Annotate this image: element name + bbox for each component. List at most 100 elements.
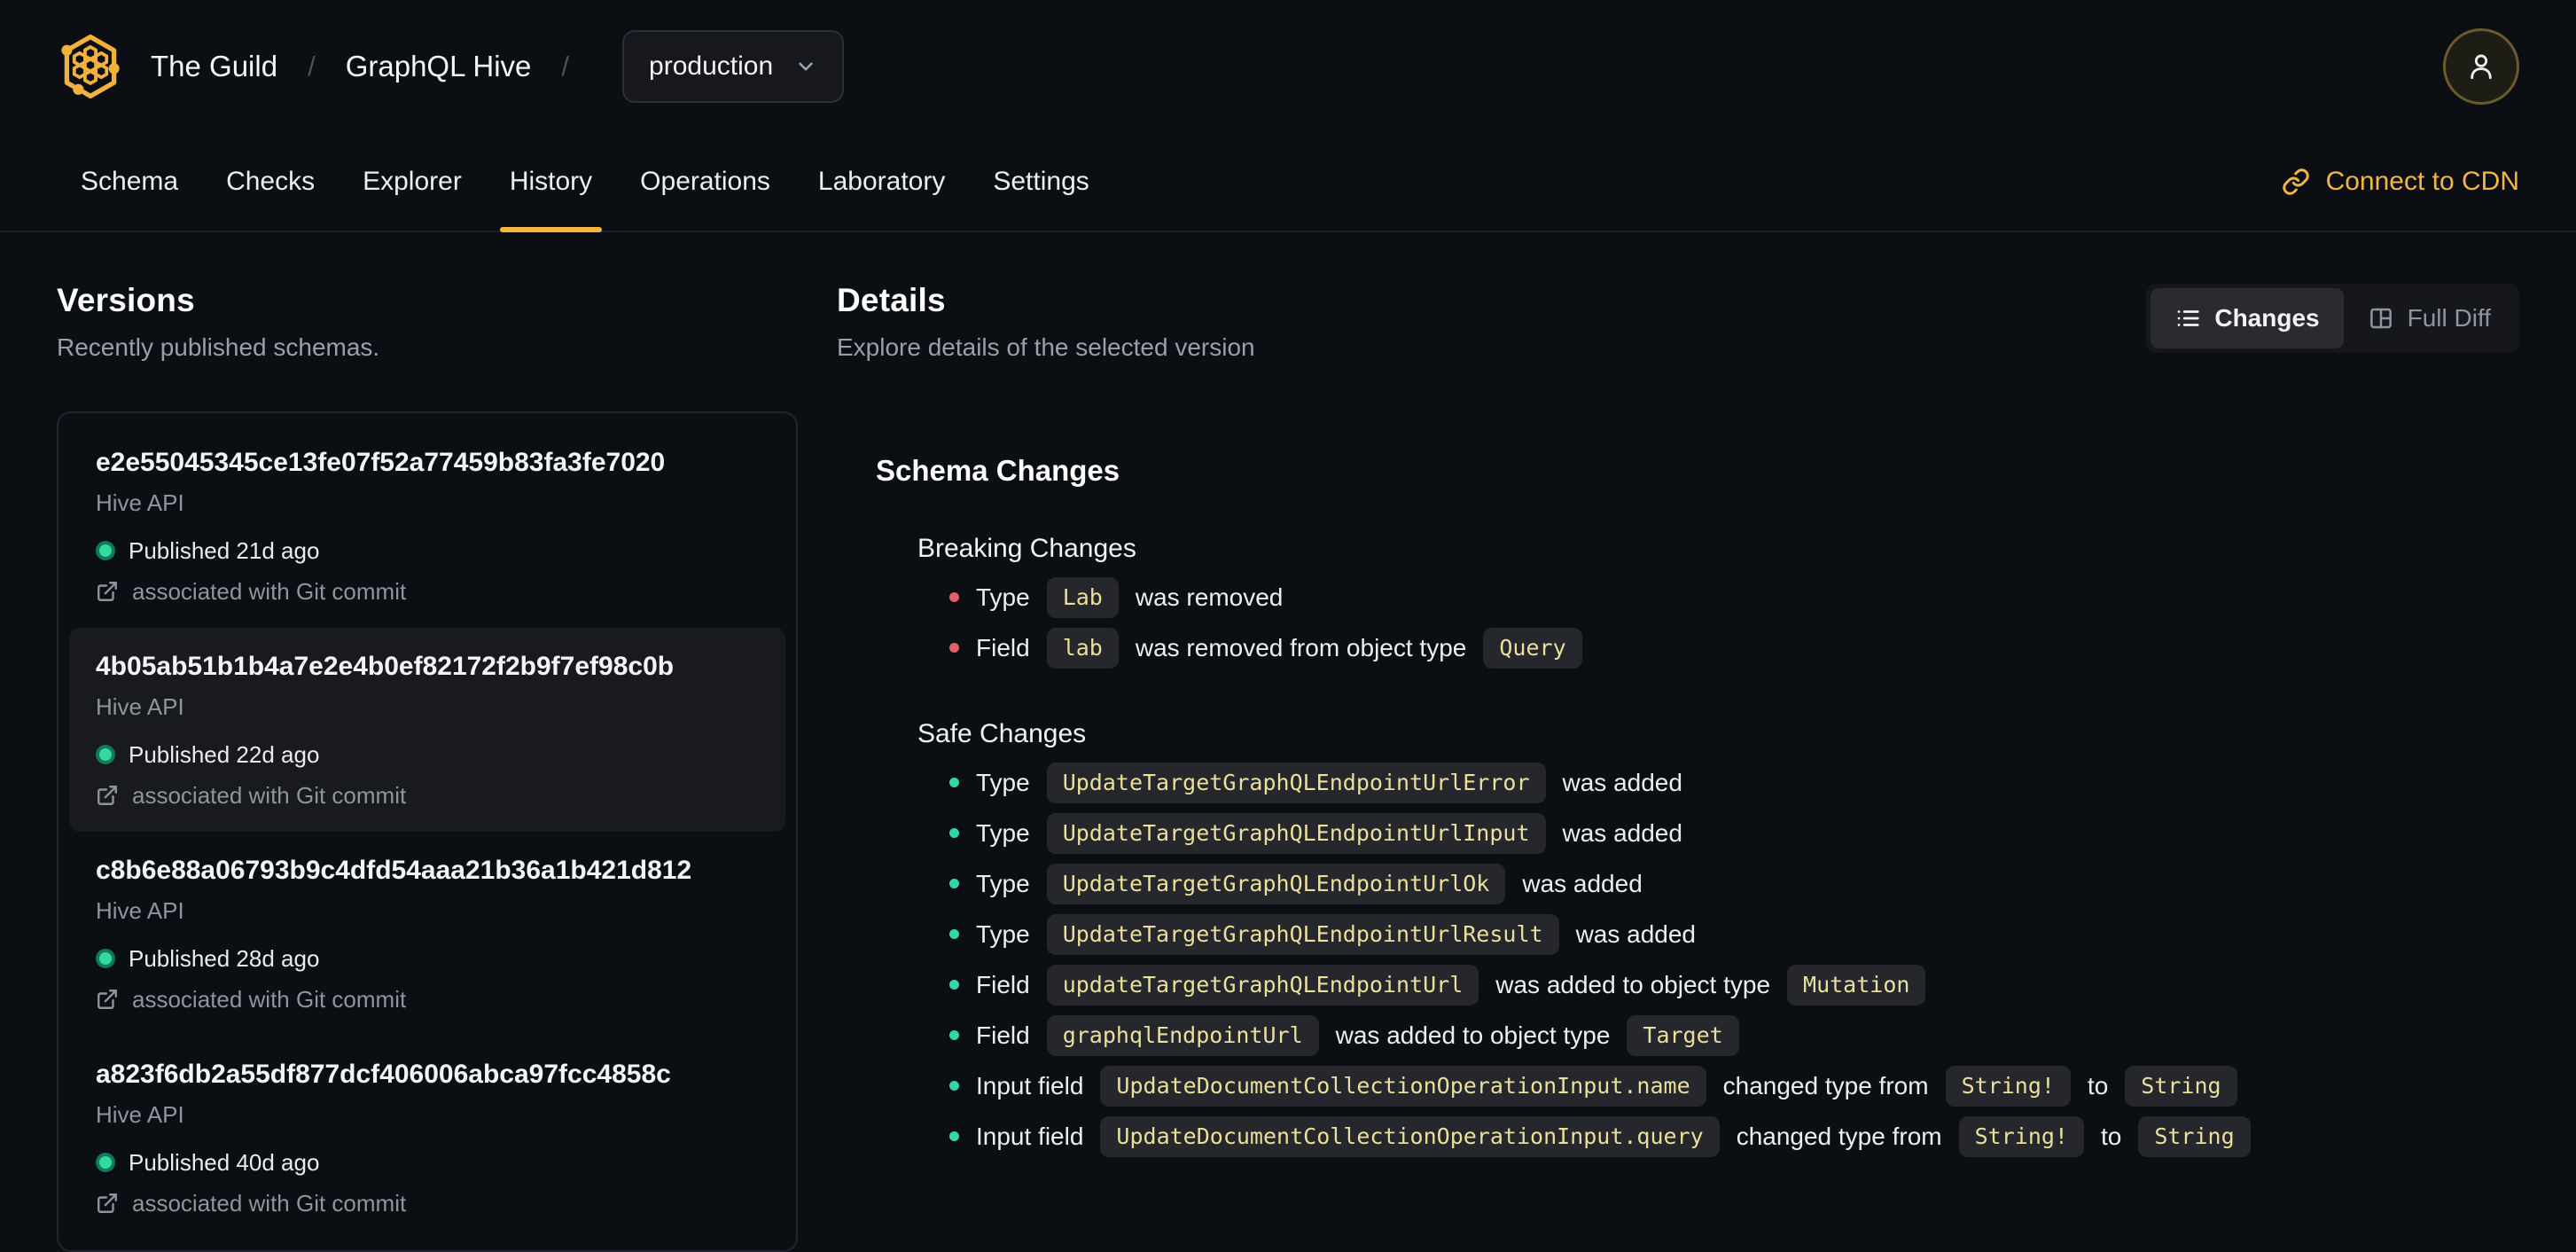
change-text: Field (976, 970, 1030, 998)
bullet-dot (949, 929, 959, 939)
version-service: Hive API (96, 693, 184, 720)
version-status-text: Published 40d ago (129, 1149, 320, 1176)
versions-subtitle: Recently published schemas. (57, 333, 380, 361)
change-text: Field (976, 1021, 1030, 1049)
version-status-text: Published 22d ago (129, 741, 320, 768)
change-row: Type UpdateTargetGraphQLEndpointUrlError w… (917, 757, 2519, 808)
change-text: Input field (976, 1122, 1084, 1150)
version-hash: 4b05ab51b1b4a7e2e4b0ef82172f2b9f7ef98c0b (96, 652, 675, 681)
tab-settings[interactable]: Settings (969, 133, 1112, 231)
version-item[interactable]: e2e55045345ce13fe07f52a77459b83fa3fe7020… (69, 424, 785, 628)
version-service: Hive API (96, 897, 184, 924)
published-dot-icon (96, 1153, 115, 1172)
app-header: The Guild / GraphQL Hive / production Sc… (0, 0, 2576, 232)
change-text: was added to object type (1335, 1021, 1611, 1049)
target-selector[interactable]: production (622, 30, 845, 103)
change-row: Type UpdateTargetGraphQLEndpointUrlInput w… (917, 808, 2519, 858)
bullet-dot (949, 828, 959, 838)
details-title: Details (837, 282, 946, 318)
breadcrumb: The Guild / GraphQL Hive / production (151, 30, 845, 103)
connect-cdn-link[interactable]: Connect to CDN (2282, 167, 2519, 197)
version-git-text: associated with Git commit (132, 986, 407, 1013)
breadcrumb-separator: / (561, 51, 570, 82)
link-chain-icon (2282, 168, 2310, 196)
main-content: Versions Recently published schemas. e2e… (0, 232, 2576, 1252)
change-text: was removed from object type (1135, 633, 1467, 661)
code-chip: UpdateTargetGraphQLEndpointUrlInput (1046, 812, 1546, 854)
version-hash: e2e55045345ce13fe07f52a77459b83fa3fe7020 (96, 448, 666, 477)
bullet-dot (949, 1081, 959, 1091)
version-service: Hive API (96, 489, 184, 516)
bullet-dot (949, 980, 959, 990)
chevron-down-icon (794, 55, 817, 78)
change-row: Input field UpdateDocumentCollectionOpera… (917, 1060, 2519, 1111)
user-avatar-button[interactable] (2443, 28, 2519, 105)
change-text: was added (1575, 919, 1696, 948)
change-row: Input field UpdateDocumentCollectionOpera… (917, 1111, 2519, 1162)
bullet-dot (949, 643, 959, 653)
change-text: Type (976, 869, 1030, 897)
version-hash: a823f6db2a55df877dcf406006abca97fcc4858c (96, 1060, 671, 1089)
version-git-link[interactable]: associated with Git commit (96, 782, 759, 809)
change-text: was added (1562, 768, 1682, 796)
code-chip: UpdateTargetGraphQLEndpointUrlError (1046, 762, 1546, 803)
code-chip: String! (1945, 1065, 2071, 1107)
tab-checks[interactable]: Checks (202, 133, 339, 231)
breaking-changes-section: Breaking Changes Type Lab was removed Field… (876, 534, 2519, 673)
code-chip: Mutation (1787, 964, 1926, 1006)
change-text: Type (976, 919, 1030, 948)
external-link-icon (96, 1192, 119, 1215)
change-text: Type (976, 818, 1030, 847)
change-text: was added (1562, 818, 1682, 847)
hive-logo-icon[interactable] (57, 31, 124, 102)
changes-view-button[interactable]: Changes (2151, 288, 2344, 348)
tab-operations[interactable]: Operations (616, 133, 794, 231)
list-icon (2174, 305, 2201, 332)
versions-panel: Versions Recently published schemas. e2e… (57, 232, 798, 1252)
breaking-changes-title: Breaking Changes (917, 534, 1136, 563)
schema-changes-title: Schema Changes (876, 454, 1120, 487)
version-status-text: Published 28d ago (129, 945, 320, 972)
change-row: Field lab was removed from object type Quer… (917, 622, 2519, 673)
tab-history[interactable]: History (486, 133, 616, 232)
version-item[interactable]: a823f6db2a55df877dcf406006abca97fcc4858c… (69, 1036, 785, 1240)
tab-bar: Schema Checks Explorer History Operations Lab… (0, 133, 2576, 232)
external-link-icon (96, 580, 119, 603)
split-columns-icon (2368, 305, 2394, 332)
full-diff-view-button[interactable]: Full Diff (2344, 288, 2515, 348)
user-icon (2464, 50, 2498, 83)
version-git-link[interactable]: associated with Git commit (96, 986, 759, 1013)
target-selector-value: production (649, 51, 774, 81)
full-diff-view-label: Full Diff (2407, 304, 2491, 332)
published-dot-icon (96, 745, 115, 764)
version-status: Published 28d ago (96, 945, 759, 972)
version-item[interactable]: c8b6e88a06793b9c4dfd54aaa21b36a1b421d812… (69, 832, 785, 1036)
breadcrumb-separator: / (308, 51, 316, 82)
safe-changes-section: Safe Changes Type UpdateTargetGraphQLEndp… (876, 719, 2519, 1162)
change-row: Type UpdateTargetGraphQLEndpointUrlResult… (917, 909, 2519, 959)
tab-schema[interactable]: Schema (57, 133, 202, 231)
view-toggle: Changes Full Diff (2146, 284, 2519, 353)
versions-list: e2e55045345ce13fe07f52a77459b83fa3fe7020… (57, 411, 798, 1252)
version-git-link[interactable]: associated with Git commit (96, 1190, 759, 1217)
breadcrumb-org[interactable]: The Guild (151, 50, 277, 83)
bullet-dot (949, 778, 959, 787)
change-text: was added to object type (1495, 970, 1771, 998)
version-git-text: associated with Git commit (132, 578, 407, 605)
version-status: Published 21d ago (96, 537, 759, 564)
code-chip: graphqlEndpointUrl (1046, 1014, 1319, 1056)
change-text: changed type from (1722, 1071, 1929, 1099)
tab-laboratory[interactable]: Laboratory (794, 133, 969, 231)
breadcrumb-project[interactable]: GraphQL Hive (346, 50, 532, 83)
breaking-changes-list: Type Lab was removed Field lab was removed fr… (917, 572, 2519, 673)
version-item[interactable]: 4b05ab51b1b4a7e2e4b0ef82172f2b9f7ef98c0b… (69, 628, 785, 832)
change-text: Field (976, 633, 1030, 661)
code-chip: String (2125, 1065, 2237, 1107)
change-text: Type (976, 768, 1030, 796)
version-git-link[interactable]: associated with Git commit (96, 578, 759, 605)
version-hash: c8b6e88a06793b9c4dfd54aaa21b36a1b421d812 (96, 856, 692, 885)
code-chip: UpdateTargetGraphQLEndpointUrlOk (1046, 863, 1506, 904)
change-row: Field updateTargetGraphQLEndpointUrl was a… (917, 959, 2519, 1010)
external-link-icon (96, 784, 119, 807)
tab-explorer[interactable]: Explorer (339, 133, 486, 231)
